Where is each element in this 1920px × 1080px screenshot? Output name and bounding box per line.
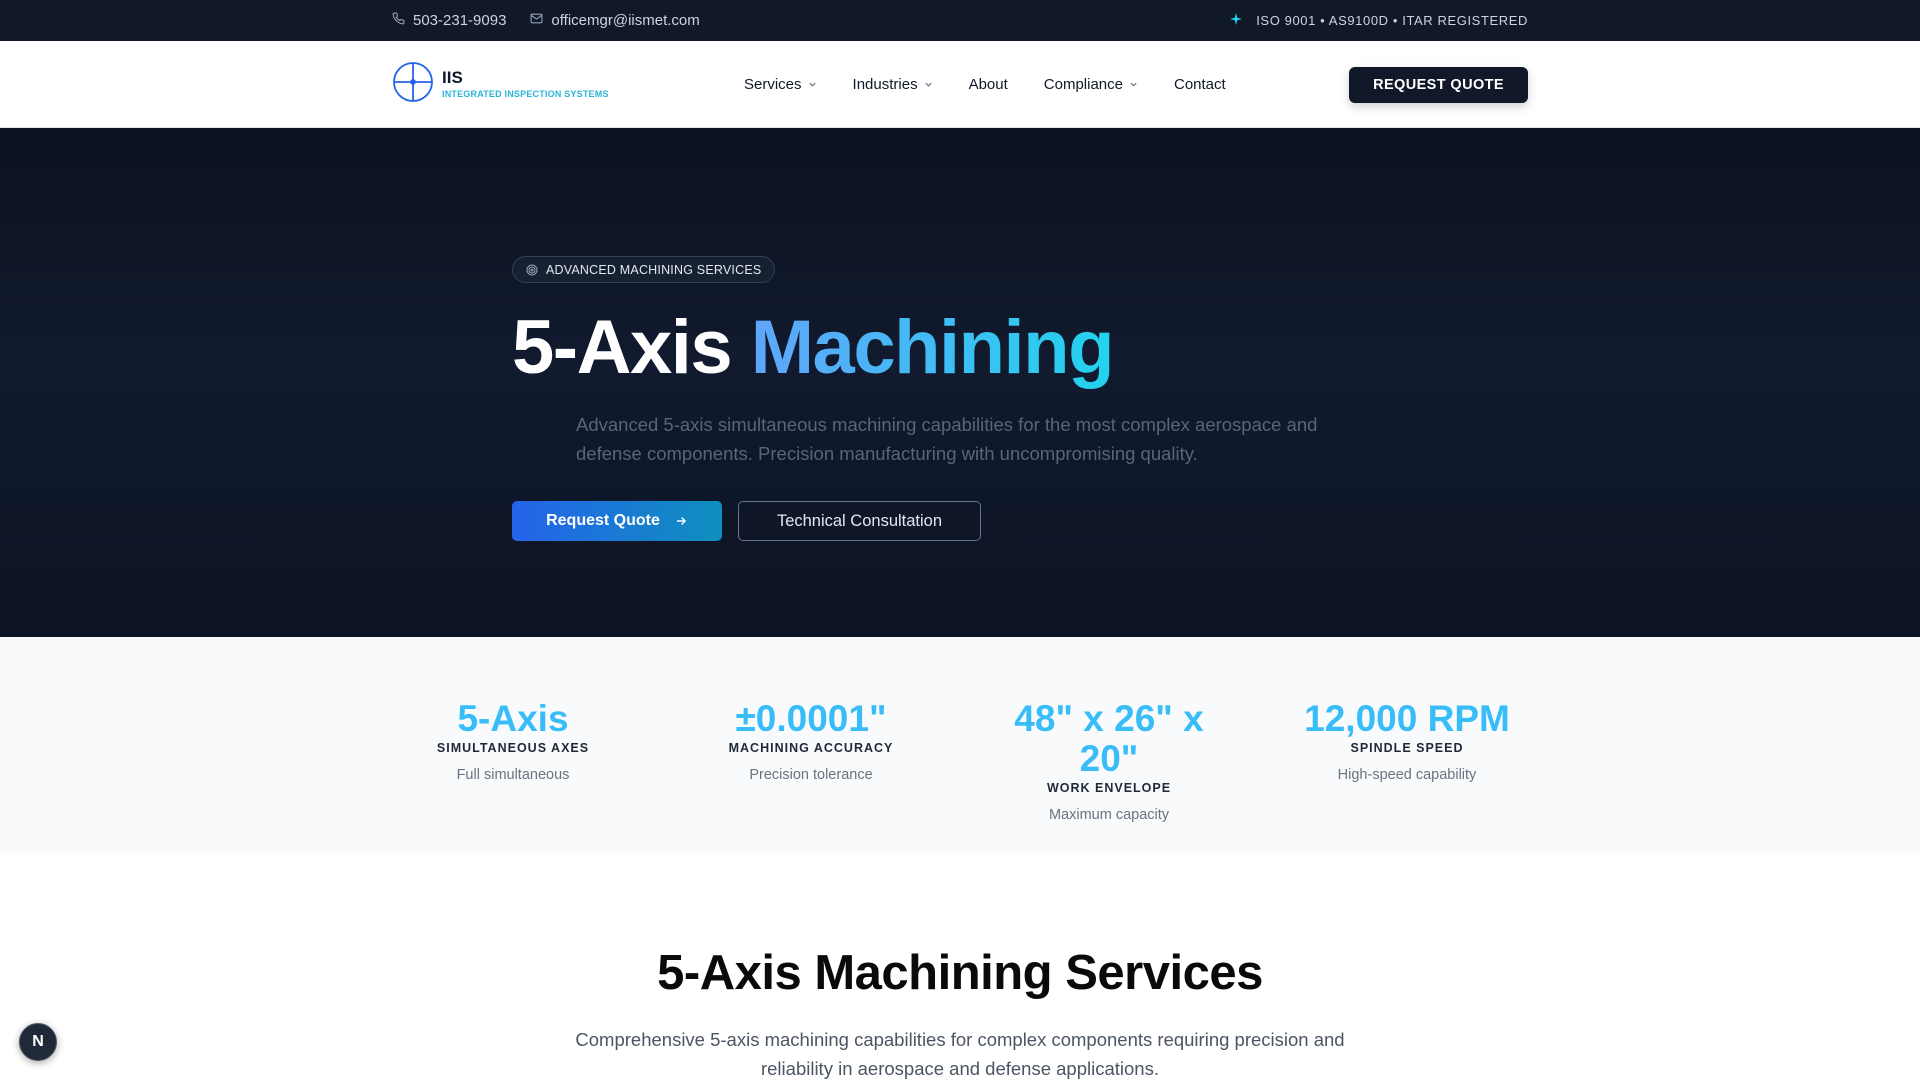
dev-tools-badge[interactable]: N [19, 1023, 57, 1061]
request-quote-label: Request Quote [546, 512, 660, 529]
nav-item-compliance[interactable]: Compliance [1044, 76, 1138, 93]
phone-link[interactable]: 503-231-9093 [392, 12, 506, 29]
nav-item-about[interactable]: About [969, 76, 1008, 93]
hero-title-accent: Machining [750, 305, 1115, 390]
technical-consultation-button[interactable]: Technical Consultation [738, 501, 981, 541]
nav-menu: Services Industries About Compliance Con… [744, 76, 1226, 93]
services-section-description: Comprehensive 5-axis machining capabilit… [575, 1029, 1345, 1079]
certifications-text: ISO 9001 • AS9100D • ITAR REGISTERED [1256, 13, 1528, 28]
chevron-down-icon [924, 82, 932, 87]
stat-item: 5-Axis SIMULTANEOUS AXES Full simultaneo… [398, 698, 628, 784]
chevron-down-icon [808, 82, 816, 87]
mail-icon [530, 12, 543, 29]
nav-item-label: Contact [1174, 76, 1226, 93]
stat-description: High-speed capability [1337, 767, 1477, 783]
nav-item-label: Industries [852, 76, 918, 93]
hero-badge: ADVANCED MACHINING SERVICES [512, 256, 776, 283]
nav-item-label: Compliance [1043, 76, 1123, 93]
hero-title: 5-Axis Machining [512, 304, 1115, 391]
request-quote-nav-button[interactable]: REQUEST QUOTE [1349, 66, 1528, 103]
nav-item-services[interactable]: Services [744, 76, 817, 93]
stat-item: ±0.0001" MACHINING ACCURACY Precision to… [696, 698, 926, 784]
hero-description: Advanced 5-axis simultaneous machining c… [576, 414, 1318, 464]
chevron-down-icon [1130, 82, 1137, 87]
top-contact-bar: 503-231-9093 officemgr@iismet.com ISO 90… [0, 0, 1920, 41]
crosshair-logo-icon [392, 61, 434, 108]
stats-section: 5-Axis SIMULTANEOUS AXES Full simultaneo… [0, 637, 1920, 855]
stat-value: ±0.0001" [735, 698, 887, 739]
stat-description: Precision tolerance [749, 767, 873, 783]
hero-section: ADVANCED MACHINING SERVICES 5-Axis Machi… [0, 128, 1920, 637]
stat-description: Full simultaneous [456, 767, 570, 783]
email-link[interactable]: officemgr@iismet.com [530, 12, 700, 29]
main-navigation: IIS INTEGRATED INSPECTION SYSTEMS Servic… [0, 41, 1920, 128]
site-logo[interactable]: IIS INTEGRATED INSPECTION SYSTEMS [392, 61, 609, 108]
hero-badge-text: ADVANCED MACHINING SERVICES [546, 262, 762, 277]
nav-item-industries[interactable]: Industries [853, 76, 933, 93]
stat-value: 48" x 26" x 20" [1014, 698, 1204, 779]
request-quote-button[interactable]: Request Quote [512, 501, 722, 541]
target-icon [526, 264, 538, 275]
logo-title: IIS [442, 68, 463, 88]
logo-subtitle: INTEGRATED INSPECTION SYSTEMS [442, 89, 609, 100]
stat-item: 12,000 RPM SPINDLE SPEED High-speed capa… [1292, 698, 1522, 784]
stat-label: SIMULTANEOUS AXES [436, 741, 590, 755]
stat-value: 12,000 RPM [1304, 698, 1510, 739]
email-address: officemgr@iismet.com [551, 12, 700, 29]
phone-number: 503-231-9093 [413, 12, 507, 29]
stat-label: SPINDLE SPEED [1350, 741, 1464, 755]
arrow-right-icon [676, 517, 686, 525]
stat-label: MACHINING ACCURACY [728, 741, 894, 755]
stat-label: WORK ENVELOPE [1046, 781, 1172, 795]
nav-item-label: Services [744, 76, 802, 93]
hero-title-part1: 5-Axis [512, 305, 733, 390]
nav-item-contact[interactable]: Contact [1174, 76, 1226, 93]
sparkle-icon [1230, 13, 1243, 28]
stat-description: Maximum capacity [1048, 807, 1170, 823]
stat-item: 48" x 26" x 20" WORK ENVELOPE Maximum ca… [994, 698, 1224, 824]
phone-icon [392, 12, 405, 29]
stat-value: 5-Axis [457, 698, 569, 739]
nav-item-label: About [968, 76, 1008, 93]
services-section-title: 5-Axis Machining Services [657, 946, 1263, 1000]
